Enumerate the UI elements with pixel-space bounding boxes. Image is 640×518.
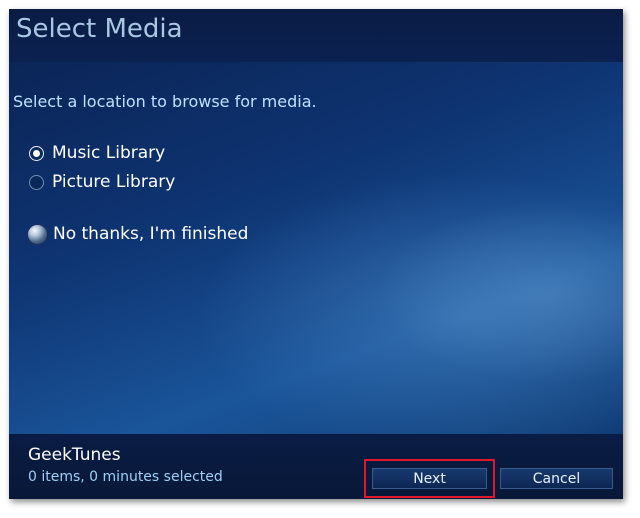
page-title: Select Media bbox=[16, 14, 183, 44]
music-library-label: Music Library bbox=[52, 143, 166, 163]
picture-library-label: Picture Library bbox=[52, 172, 176, 192]
next-button[interactable]: Next bbox=[372, 468, 487, 489]
radio-orb-icon[interactable] bbox=[27, 223, 48, 245]
radio-checked-icon[interactable] bbox=[29, 145, 44, 161]
instruction-text: Select a location to browse for media. bbox=[13, 92, 317, 111]
finished-option[interactable]: No thanks, I'm finished bbox=[27, 223, 248, 245]
app-name: GeekTunes bbox=[28, 445, 121, 465]
finished-label: No thanks, I'm finished bbox=[53, 224, 249, 244]
radio-unchecked-icon[interactable] bbox=[29, 174, 44, 190]
music-library-option[interactable]: Music Library bbox=[29, 142, 165, 164]
media-center-window: Select Media Select a location to browse… bbox=[9, 9, 623, 499]
title-bar: Select Media bbox=[9, 9, 623, 62]
cancel-button[interactable]: Cancel bbox=[500, 468, 613, 489]
selection-status: 0 items, 0 minutes selected bbox=[28, 469, 223, 485]
picture-library-option[interactable]: Picture Library bbox=[29, 171, 175, 193]
footer-bar: GeekTunes 0 items, 0 minutes selected Ne… bbox=[9, 434, 623, 499]
